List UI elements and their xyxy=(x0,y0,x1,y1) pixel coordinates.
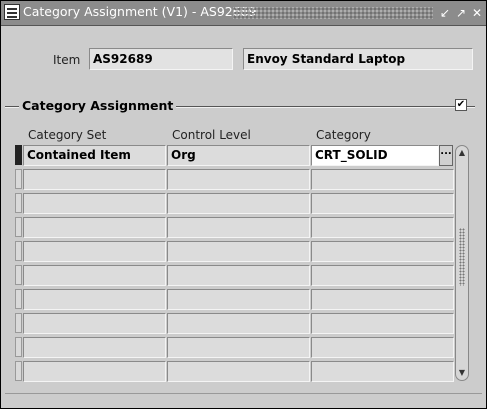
bottom-divider xyxy=(5,393,482,394)
control-level-cell[interactable] xyxy=(167,289,310,310)
control-level-cell[interactable] xyxy=(167,193,310,214)
record-indicator[interactable] xyxy=(15,289,22,309)
close-icon[interactable]: ✕ xyxy=(470,6,484,20)
category-cell[interactable] xyxy=(311,313,454,334)
column-header-category-set: Category Set xyxy=(28,128,107,142)
minimize-icon[interactable]: ↙ xyxy=(438,6,452,20)
control-level-cell[interactable] xyxy=(167,361,310,382)
category-cell[interactable]: CRT_SOLID xyxy=(311,145,439,166)
category-set-cell[interactable] xyxy=(23,193,166,214)
category-assignment-window: Category Assignment (V1) - AS92689 ↙ ↗ ✕… xyxy=(0,0,487,409)
category-set-cell[interactable] xyxy=(23,169,166,190)
group-title: Category Assignment xyxy=(19,98,177,113)
item-number-field[interactable]: AS92689 xyxy=(89,48,233,70)
category-set-cell[interactable] xyxy=(23,313,166,334)
record-indicator[interactable] xyxy=(15,313,22,333)
category-cell[interactable] xyxy=(311,217,454,238)
restore-icon[interactable]: ↗ xyxy=(454,6,468,20)
scroll-up-icon[interactable]: ▲ xyxy=(456,147,468,159)
category-cell[interactable] xyxy=(311,169,454,190)
item-description-field[interactable]: Envoy Standard Laptop xyxy=(243,48,473,70)
record-indicator[interactable] xyxy=(15,241,22,261)
vertical-scrollbar[interactable]: ▲ ▼ xyxy=(455,145,469,381)
record-indicator[interactable] xyxy=(15,337,22,357)
record-indicator[interactable] xyxy=(15,217,22,237)
window-title: Category Assignment (V1) - AS92689 xyxy=(23,4,257,19)
category-cell[interactable] xyxy=(311,289,454,310)
control-level-cell[interactable] xyxy=(167,169,310,190)
record-indicator[interactable] xyxy=(15,193,22,213)
control-level-cell[interactable] xyxy=(167,337,310,358)
scroll-down-icon[interactable]: ▼ xyxy=(456,367,468,379)
window-titlebar[interactable]: Category Assignment (V1) - AS92689 ↙ ↗ ✕ xyxy=(1,1,486,26)
category-assignment-checkbox[interactable]: ✔ xyxy=(455,99,467,111)
list-of-values-button[interactable]: ... xyxy=(439,145,453,166)
category-set-cell[interactable] xyxy=(23,289,166,310)
column-header-category: Category xyxy=(316,128,371,142)
category-set-cell[interactable] xyxy=(23,361,166,382)
column-header-control-level: Control Level xyxy=(172,128,251,142)
control-level-cell[interactable] xyxy=(167,313,310,334)
scrollbar-thumb[interactable] xyxy=(459,228,465,286)
category-set-cell[interactable] xyxy=(23,241,166,262)
current-record-indicator[interactable] xyxy=(15,145,22,165)
titlebar-grip xyxy=(233,7,433,19)
record-indicator[interactable] xyxy=(15,361,22,381)
category-set-cell[interactable] xyxy=(23,337,166,358)
category-cell[interactable] xyxy=(311,241,454,262)
category-set-cell[interactable]: Contained Item xyxy=(23,145,166,166)
category-set-cell[interactable] xyxy=(23,265,166,286)
record-indicator[interactable] xyxy=(15,169,22,189)
category-cell[interactable] xyxy=(311,193,454,214)
category-cell[interactable] xyxy=(311,265,454,286)
oracle-app-icon xyxy=(4,4,20,20)
category-set-cell[interactable] xyxy=(23,217,166,238)
control-level-cell[interactable] xyxy=(167,265,310,286)
item-label: Item xyxy=(53,53,81,67)
control-level-cell[interactable] xyxy=(167,241,310,262)
category-cell[interactable] xyxy=(311,337,454,358)
control-level-cell[interactable]: Org xyxy=(167,145,310,166)
control-level-cell[interactable] xyxy=(167,217,310,238)
category-cell[interactable] xyxy=(311,361,454,382)
record-indicator[interactable] xyxy=(15,265,22,285)
